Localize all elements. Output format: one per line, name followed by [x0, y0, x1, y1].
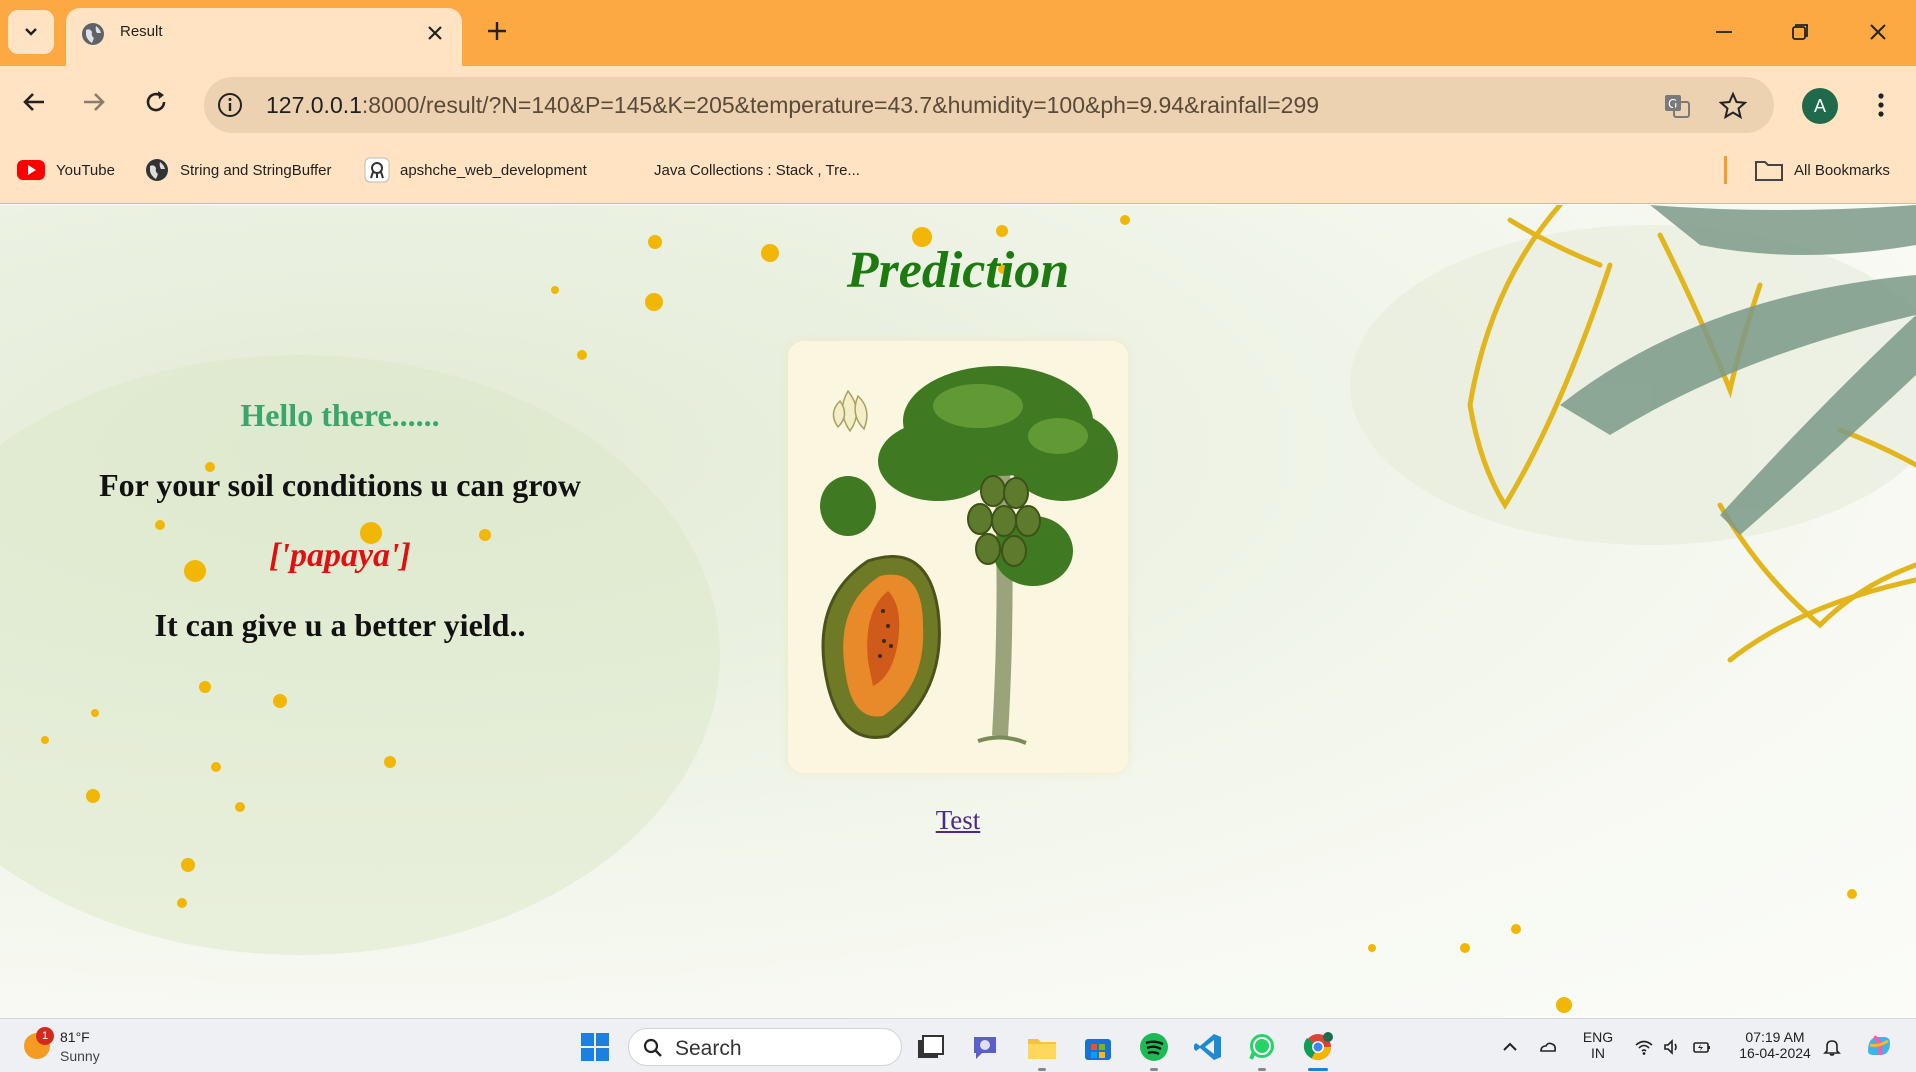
tab-strip: Result	[0, 0, 1916, 66]
page-content: Prediction Hello there...... For your so…	[0, 205, 1916, 1018]
notification-badge: 1	[36, 1027, 54, 1045]
taskbar: 1 81°F Sunny Search ENG IN 07:19 AM 16-0…	[0, 1018, 1916, 1072]
star-icon[interactable]	[1718, 91, 1748, 121]
back-arrow-icon[interactable]	[18, 86, 50, 118]
all-bookmarks-button[interactable]: All Bookmarks	[1754, 156, 1890, 184]
globe-icon	[146, 159, 168, 181]
wifi-icon[interactable]	[1634, 1037, 1654, 1057]
greeting-text: Hello there......	[240, 397, 440, 433]
bookmark-youtube[interactable]: YouTube	[16, 156, 115, 184]
bookmark-apshche-web-development[interactable]: apshche_web_development	[364, 156, 587, 184]
youtube-icon	[17, 160, 45, 180]
profile-avatar[interactable]: A	[1802, 88, 1838, 124]
bookmark-java-collections[interactable]: Java Collections : Stack , Tre...	[654, 156, 860, 184]
crop-image	[788, 341, 1128, 773]
predicted-crop: ['papaya']	[269, 537, 411, 574]
weather-desc: Sunny	[60, 1048, 100, 1064]
microsoft-store-icon[interactable]	[1082, 1031, 1114, 1063]
all-bookmarks-label: All Bookmarks	[1794, 161, 1890, 179]
bookmarks-bar: YouTube String and StringBuffer apshche_…	[0, 136, 1916, 204]
onedrive-icon[interactable]	[1538, 1037, 1558, 1057]
chevron-up-icon[interactable]	[1500, 1037, 1520, 1057]
bookmark-string-stringbuffer[interactable]: String and StringBuffer	[144, 156, 331, 184]
whatsapp-icon[interactable]	[1246, 1031, 1278, 1063]
region-code: IN	[1591, 1045, 1605, 1061]
restore-icon[interactable]	[1786, 18, 1814, 46]
page-title: Prediction	[846, 242, 1070, 299]
plus-icon[interactable]	[484, 18, 510, 44]
running-indicator	[1258, 1068, 1266, 1071]
tab-search-button[interactable]	[8, 10, 54, 54]
taskbar-search[interactable]: Search	[628, 1028, 902, 1066]
bookmark-label: apshche_web_development	[400, 161, 587, 179]
battery-icon[interactable]	[1692, 1037, 1712, 1057]
result-outro-text: It can give u a better yield..	[154, 607, 526, 643]
url-host: 127.0.0.1	[266, 92, 362, 118]
bookmark-label: String and StringBuffer	[180, 161, 332, 179]
vscode-icon[interactable]	[1192, 1031, 1224, 1063]
url-path: :8000/result/?N=140&P=145&K=205&temperat…	[361, 92, 1320, 118]
papaya-illustration	[788, 341, 1128, 773]
translate-icon[interactable]: G	[1662, 91, 1692, 121]
file-explorer-icon[interactable]	[1026, 1031, 1058, 1063]
chevron-down-icon	[25, 28, 37, 36]
bookmark-label: Java Collections : Stack , Tre...	[654, 161, 860, 179]
test-link[interactable]: Test	[0, 805, 1916, 836]
globe-icon	[82, 23, 104, 45]
tab-result[interactable]: Result	[66, 8, 462, 66]
search-placeholder: Search	[675, 1037, 742, 1060]
bookmarks-divider	[1724, 156, 1727, 184]
reload-icon[interactable]	[140, 86, 172, 118]
clock-date: 16-04-2024	[1739, 1045, 1811, 1061]
more-menu-icon[interactable]	[1868, 90, 1894, 120]
weather-temp: 81°F	[60, 1029, 90, 1045]
close-icon[interactable]	[424, 22, 446, 44]
forward-arrow-icon[interactable]	[78, 86, 110, 118]
active-indicator	[1308, 1068, 1328, 1071]
svg-text:G: G	[1668, 97, 1677, 111]
volume-icon[interactable]	[1662, 1037, 1682, 1057]
copilot-icon[interactable]	[1864, 1031, 1894, 1061]
windows-start-icon[interactable]	[580, 1032, 610, 1062]
language-indicator[interactable]: ENG IN	[1578, 1029, 1618, 1061]
minimize-icon[interactable]	[1710, 18, 1738, 46]
result-intro-text: For your soil conditions u can grow	[99, 467, 581, 503]
folder-icon	[1755, 161, 1783, 181]
notification-bell-icon[interactable]	[1822, 1037, 1842, 1057]
running-indicator	[1150, 1068, 1158, 1071]
browser-toolbar: 127.0.0.1:8000/result/?N=140&P=145&K=205…	[0, 66, 1916, 136]
spotify-icon[interactable]	[1138, 1031, 1170, 1063]
github-icon	[364, 157, 390, 183]
running-indicator	[1038, 1068, 1046, 1071]
search-icon	[643, 1038, 662, 1057]
clock[interactable]: 07:19 AM 16-04-2024	[1730, 1029, 1820, 1061]
language-code: ENG	[1582, 1029, 1614, 1045]
window-close-icon[interactable]	[1864, 18, 1892, 46]
teams-chat-icon[interactable]	[970, 1031, 1002, 1063]
tab-title: Result	[120, 23, 163, 40]
clock-time: 07:19 AM	[1745, 1029, 1805, 1045]
url-text[interactable]: 127.0.0.1:8000/result/?N=140&P=145&K=205…	[266, 92, 1319, 119]
task-view-icon[interactable]	[914, 1031, 946, 1063]
bookmark-label: YouTube	[56, 161, 115, 179]
site-info-icon[interactable]	[216, 91, 244, 119]
address-bar[interactable]: 127.0.0.1:8000/result/?N=140&P=145&K=205…	[204, 77, 1774, 133]
chrome-icon[interactable]	[1302, 1031, 1334, 1063]
